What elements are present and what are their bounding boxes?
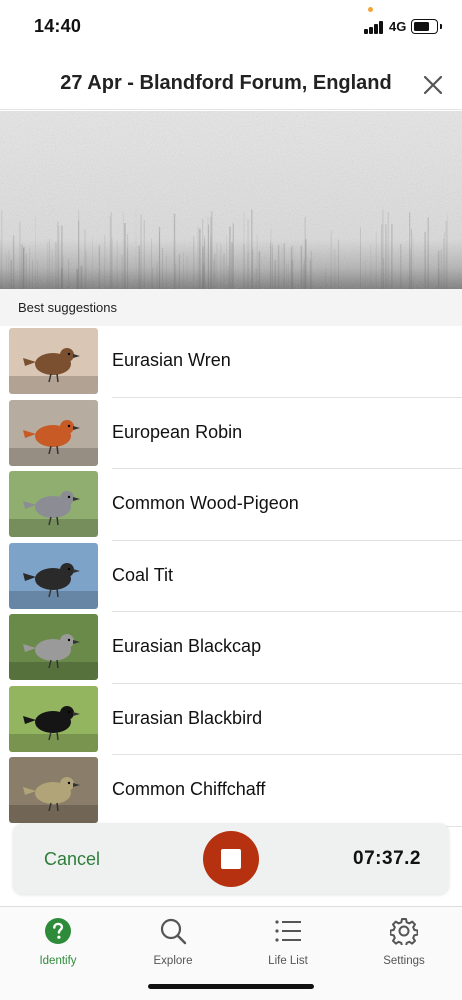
bird-thumbnail xyxy=(9,685,98,752)
gear-icon xyxy=(390,918,418,945)
privacy-indicator-dot xyxy=(368,7,373,12)
tab-label: Explore xyxy=(153,955,193,967)
tab-label: Identify xyxy=(39,955,77,967)
species-name: Common Wood-Pigeon xyxy=(112,493,299,513)
species-name: Eurasian Blackcap xyxy=(112,636,262,656)
header: 27 Apr - Blandford Forum, England xyxy=(0,56,462,110)
species-name: Eurasian Wren xyxy=(112,350,231,370)
bird-thumbnail xyxy=(9,614,98,680)
cancel-button[interactable]: Cancel xyxy=(44,849,100,870)
tab-label: Settings xyxy=(383,955,425,967)
stop-recording-button[interactable] xyxy=(203,831,259,887)
suggestion-item[interactable]: Common Chiffchaff xyxy=(0,755,462,827)
list-icon xyxy=(275,920,301,942)
species-name: Eurasian Blackbird xyxy=(112,707,263,728)
suggestion-list: Eurasian Wren European Robin Common Wood… xyxy=(0,326,462,827)
tab-explore[interactable]: Explore xyxy=(123,915,223,975)
species-name: Coal Tit xyxy=(112,564,174,585)
bird-thumbnail xyxy=(9,542,98,609)
tab-settings[interactable]: Settings xyxy=(354,915,454,975)
section-header: Best suggestions xyxy=(0,289,462,326)
tab-identify[interactable]: Identify xyxy=(8,915,108,975)
status-time: 14:40 xyxy=(34,16,82,36)
suggestion-item[interactable]: Eurasian Blackcap xyxy=(0,612,462,684)
suggestion-item[interactable]: Coal Tit xyxy=(0,541,462,612)
status-bar: 14:40 4G xyxy=(0,0,462,52)
help-circle-icon xyxy=(45,918,71,944)
species-name: Common Chiffchaff xyxy=(112,779,266,799)
recording-bar: Cancel 07:37.2 xyxy=(13,823,449,894)
suggestion-item[interactable]: Common Wood-Pigeon xyxy=(0,469,462,541)
tab-label: Life List xyxy=(268,955,308,967)
signal-icon xyxy=(364,21,384,34)
home-indicator xyxy=(148,984,314,989)
recording-timer: 07:37.2 xyxy=(353,848,421,869)
stop-icon xyxy=(221,849,241,869)
species-name: European Robin xyxy=(112,421,243,442)
suggestion-item[interactable]: European Robin xyxy=(0,398,462,469)
page-title: 27 Apr - Blandford Forum, England xyxy=(60,72,392,94)
close-icon xyxy=(423,75,443,95)
close-button[interactable] xyxy=(420,72,446,98)
bird-thumbnail xyxy=(9,757,98,823)
spectrogram xyxy=(0,111,462,289)
battery-icon xyxy=(411,19,442,34)
bird-thumbnail xyxy=(9,328,98,394)
search-icon xyxy=(160,918,187,945)
suggestion-item[interactable]: Eurasian Wren xyxy=(0,326,462,398)
network-type: 4G xyxy=(389,19,407,34)
tab-life-list[interactable]: Life List xyxy=(238,915,338,975)
section-label: Best suggestions xyxy=(18,300,118,315)
suggestion-item[interactable]: Eurasian Blackbird xyxy=(0,684,462,755)
bird-thumbnail xyxy=(9,471,98,537)
bird-thumbnail xyxy=(9,399,98,466)
